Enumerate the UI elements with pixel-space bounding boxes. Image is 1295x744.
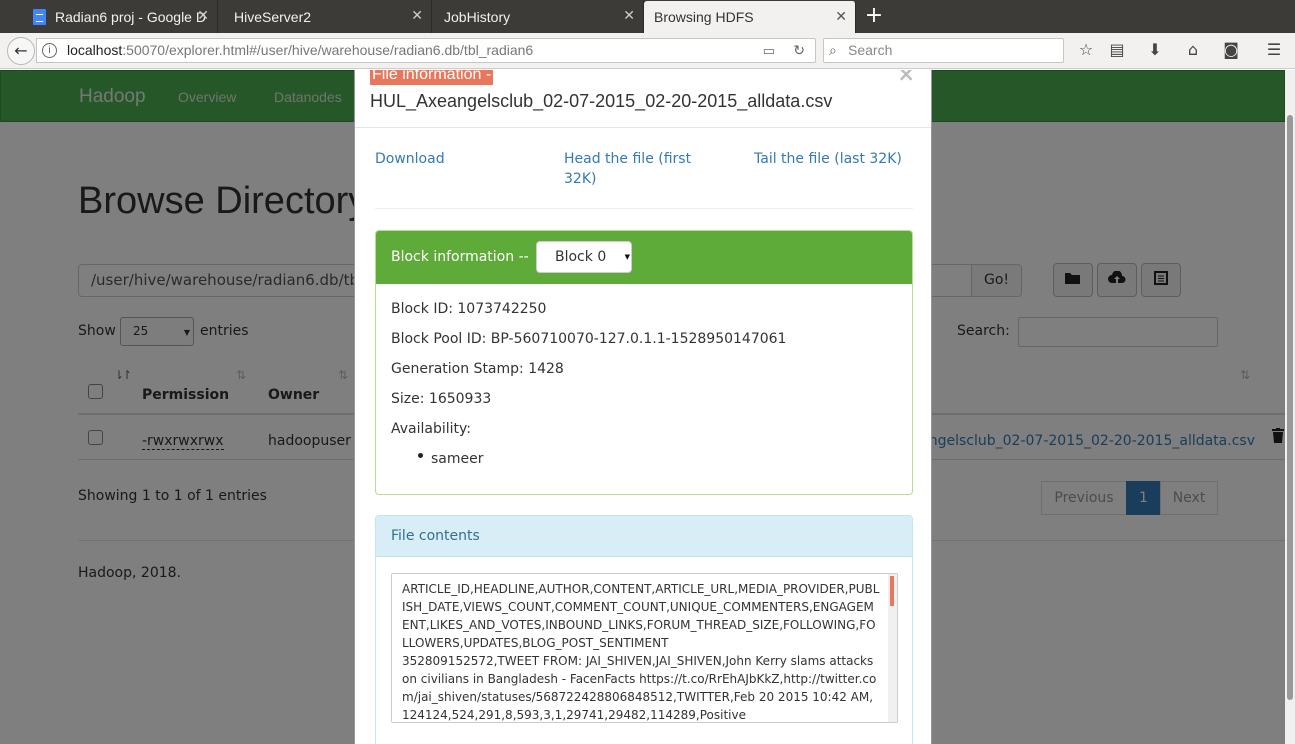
tab-hiveserver2[interactable]: HiveServer2 ✕ — [218, 0, 432, 33]
block-selected-value: Block 0 — [555, 249, 607, 265]
file-information-modal: File information - × HUL_Axeangelsclub_0… — [354, 70, 932, 744]
close-tab-icon[interactable]: ✕ — [411, 7, 423, 24]
google-docs-icon — [33, 8, 46, 25]
generation-stamp: Generation Stamp: 1428 — [391, 361, 564, 377]
chevron-down-icon: ▼ — [624, 253, 630, 261]
page-content: Hadoop Overview Datanodes Browse Directo… — [0, 70, 1285, 744]
site-info-icon[interactable]: i — [42, 43, 57, 58]
scrollbar-thumb[interactable] — [1287, 115, 1293, 700]
file-contents-title: File contents — [391, 528, 480, 544]
panel-heading: Block information -- Block 0 ▼ — [376, 231, 912, 284]
search-input[interactable]: ⌕ Search — [823, 38, 1064, 63]
search-icon: ⌕ — [829, 42, 837, 58]
tab-label: HiveServer2 — [234, 8, 312, 25]
download-icon[interactable]: ⬇ — [1144, 39, 1166, 61]
availability-label: Availability: — [391, 421, 472, 437]
bullet-icon — [418, 453, 423, 458]
url-bar[interactable]: i localhost:50070/explorer.html#/user/hi… — [36, 38, 816, 63]
block-information-panel: Block information -- Block 0 ▼ Block ID:… — [375, 230, 913, 495]
tab-radian6-proj[interactable]: Radian6 proj - Google D ✕ — [10, 0, 218, 33]
reload-icon[interactable]: ↻ — [793, 39, 805, 62]
tab-jobhistory[interactable]: JobHistory ✕ — [432, 0, 644, 33]
search-placeholder: Search — [848, 42, 893, 58]
menu-icon[interactable]: ☰ — [1263, 39, 1285, 61]
new-tab-icon[interactable]: + — [862, 2, 886, 30]
textarea-scrollbar[interactable] — [888, 574, 897, 722]
file-contents-panel: File contents ARTICLE_ID,HEADLINE,AUTHOR… — [375, 515, 913, 744]
divider — [375, 208, 913, 209]
page-scrollbar[interactable] — [1285, 70, 1295, 744]
close-icon[interactable]: × — [897, 70, 915, 86]
panel-heading: File contents — [376, 516, 912, 557]
navigation-toolbar: ← i localhost:50070/explorer.html#/user/… — [0, 33, 1295, 69]
download-link[interactable]: Download — [375, 149, 445, 169]
file-contents-text: ARTICLE_ID,HEADLINE,AUTHOR,CONTENT,ARTIC… — [402, 582, 880, 722]
block-id: Block ID: 1073742250 — [391, 301, 547, 317]
tab-bar: Radian6 proj - Google D ✕ HiveServer2 ✕ … — [0, 0, 1295, 33]
close-tab-icon[interactable]: ✕ — [197, 7, 209, 24]
close-tab-icon[interactable]: ✕ — [623, 7, 635, 24]
host-item: sameer — [431, 451, 484, 467]
block-pool-id: Block Pool ID: BP-560710070-127.0.1.1-15… — [391, 331, 787, 347]
back-arrow-icon[interactable]: ← — [7, 37, 35, 65]
url-text: localhost:50070/explorer.html#/user/hive… — [67, 42, 534, 58]
reading-list-icon[interactable]: ▤ — [1106, 39, 1128, 61]
block-select[interactable]: Block 0 ▼ — [536, 241, 632, 273]
bookmark-star-icon[interactable]: ☆ — [1075, 39, 1097, 61]
home-icon[interactable]: ⌂ — [1182, 39, 1204, 61]
reader-view-icon[interactable]: ▭ — [763, 39, 775, 62]
block-info-title: Block information -- — [391, 249, 529, 265]
close-tab-icon[interactable]: ✕ — [835, 8, 847, 25]
pocket-icon[interactable]: ◙ — [1220, 39, 1242, 61]
modal-title: File information - — [370, 70, 494, 85]
head-file-link[interactable]: Head the file (first 32K) — [564, 149, 714, 189]
tab-label: Browsing HDFS — [654, 9, 754, 25]
tab-label: Radian6 proj - Google D — [55, 8, 206, 25]
tab-browsing-hdfs[interactable]: Browsing HDFS ✕ — [644, 1, 856, 33]
tail-file-link[interactable]: Tail the file (last 32K) — [754, 149, 902, 169]
divider — [355, 127, 931, 128]
block-size: Size: 1650933 — [391, 391, 492, 407]
tab-label: JobHistory — [444, 8, 511, 25]
file-contents-textarea[interactable]: ARTICLE_ID,HEADLINE,AUTHOR,CONTENT,ARTIC… — [391, 573, 898, 723]
modal-filename: HUL_Axeangelsclub_02-07-2015_02-20-2015_… — [370, 91, 833, 111]
